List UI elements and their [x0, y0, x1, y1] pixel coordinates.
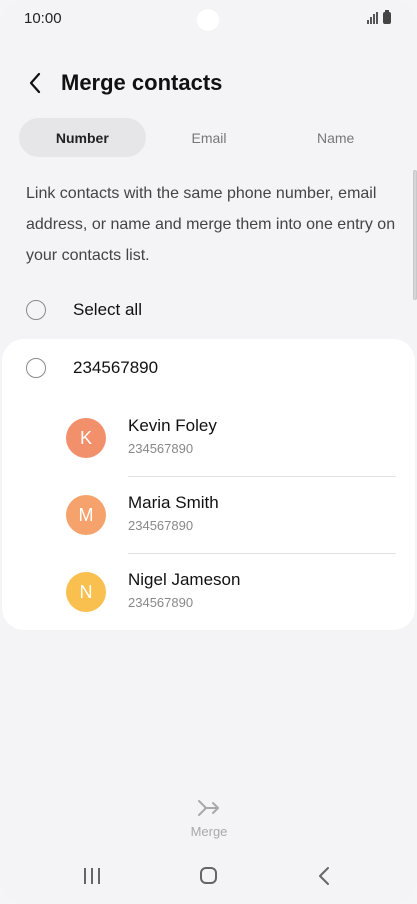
- avatar: M: [66, 495, 106, 535]
- system-back-button[interactable]: [318, 866, 330, 891]
- merge-label: Merge: [190, 824, 228, 839]
- battery-icon: [383, 10, 391, 24]
- contact-item: K Kevin Foley 234567890: [66, 408, 396, 477]
- tab-number[interactable]: Number: [19, 118, 146, 157]
- navigation-bar: [0, 852, 417, 904]
- home-button[interactable]: [200, 867, 217, 884]
- filter-tabs: Number Email Name: [19, 118, 399, 157]
- contact-item: M Maria Smith 234567890: [66, 485, 396, 554]
- status-time: 10:00: [24, 10, 62, 27]
- status-icons: [367, 10, 391, 24]
- contact-item: N Nigel Jameson 234567890: [66, 562, 396, 622]
- signal-icon: [367, 12, 378, 24]
- avatar: K: [66, 418, 106, 458]
- scrollbar[interactable]: [413, 170, 417, 300]
- contact-number: 234567890: [128, 441, 194, 456]
- screen: 10:00 Merge contacts Number Email Name L…: [0, 0, 417, 904]
- contact-name: Kevin Foley: [128, 416, 217, 435]
- description-text: Link contacts with the same phone number…: [26, 185, 396, 264]
- group-header[interactable]: 234567890: [26, 358, 158, 378]
- divider: [128, 553, 396, 554]
- contact-number: 234567890: [128, 518, 194, 533]
- duplicate-group-card: 234567890 K Kevin Foley 234567890 M Mari…: [2, 339, 415, 630]
- group-number: 234567890: [73, 358, 159, 377]
- back-button[interactable]: [20, 68, 50, 98]
- page-title: Merge contacts: [61, 70, 223, 95]
- back-chevron-icon: [319, 867, 329, 885]
- contact-name: Maria Smith: [128, 493, 219, 512]
- contact-number: 234567890: [128, 595, 194, 610]
- select-all-row[interactable]: Select all: [26, 300, 142, 320]
- merge-button[interactable]: Merge: [180, 798, 238, 844]
- group-checkbox[interactable]: [26, 358, 46, 378]
- select-all-label: Select all: [73, 300, 142, 319]
- tab-name[interactable]: Name: [272, 118, 399, 157]
- avatar: N: [66, 572, 106, 612]
- divider: [128, 476, 396, 477]
- front-camera: [197, 9, 219, 31]
- select-all-checkbox[interactable]: [26, 300, 46, 320]
- recents-button[interactable]: [84, 868, 100, 884]
- contact-name: Nigel Jameson: [128, 570, 241, 589]
- merge-arrows-icon: [198, 800, 219, 816]
- tab-email[interactable]: Email: [146, 118, 273, 157]
- back-arrow-icon: [29, 72, 41, 94]
